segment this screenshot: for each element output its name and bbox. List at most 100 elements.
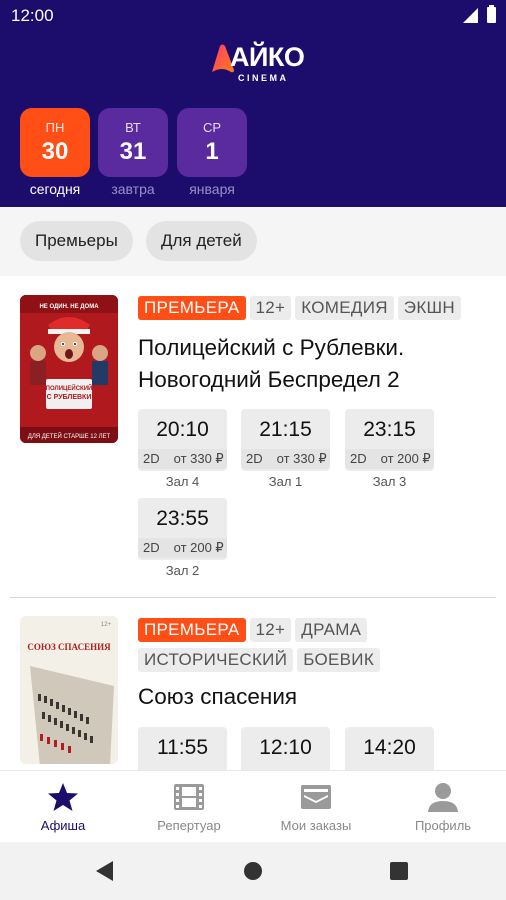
session-time: 12:10 [259,736,312,759]
logo-wordmark: АЙКО [230,42,305,72]
session-slot[interactable]: 11:55 [138,727,227,770]
age-badge: 12+ [249,618,292,642]
day-number: 31 [119,138,147,165]
day-abbr: ПН [45,120,65,135]
svg-text:ДЛЯ ДЕТЕЙ СТАРШЕ 12 ЛЕТ: ДЛЯ ДЕТЕЙ СТАРШЕ 12 ЛЕТ [28,432,111,440]
movie-tags: ПРЕМЬЕРА 12+ ДРАМАИСТОРИЧЕСКИЙ БОЕВИК [138,618,388,678]
day-box: ПН 30 [20,108,90,177]
day-caption: сегодня [29,181,81,197]
session-price: от 330 ₽ [173,451,224,466]
movie-tags: ПРЕМЬЕРА 12+ КОМЕДИЯ ЭКШН [138,296,465,326]
battery-icon [487,5,496,23]
age-badge: 12+ [249,296,292,320]
session-card: 23:55 2D от 200 ₽ [138,498,227,560]
nav-label: Профиль [414,818,472,833]
genre-badge: КОМЕДИЯ [295,296,394,320]
premiere-badge: ПРЕМЬЕРА [138,296,246,320]
day-abbr: СР [202,120,222,135]
movie-title[interactable]: Полицейский с Рублевки. Новогодний Беспр… [138,332,488,396]
session-time: 21:15 [259,418,312,441]
nav-label: Афиша [40,818,86,833]
session-format: 2D [246,451,263,466]
session-slot[interactable]: 12:10 [241,727,330,770]
filter-bar: Премьеры Для детей [0,207,506,276]
logo-subtitle: CINEMA [238,73,289,83]
session-time: 20:10 [156,418,209,441]
status-bar: 12:00 [0,0,506,32]
day-tab-tuesday[interactable]: ВТ 31 завтра [98,108,168,197]
day-tab-monday[interactable]: ПН 30 сегодня [20,108,90,197]
movie-poster[interactable]: 12+ СОЮЗ СПАСЕНИЯ [20,616,118,764]
filter-chip-kids[interactable]: Для детей [146,221,257,261]
session-hall: Зал 3 [372,474,407,489]
recent-apps-icon[interactable] [390,862,408,880]
poster-art-icon: 12+ СОЮЗ СПАСЕНИЯ [20,616,118,764]
filter-chip-premieres[interactable]: Премьеры [20,221,133,261]
movie-poster[interactable]: НЕ ОДИН. НЕ ДОМА ПОЛИЦЕЙСКИЙ С РУБЛЕВКИ … [20,295,118,443]
session-format: 2D [143,451,160,466]
genre-badge: БОЕВИК [297,648,381,672]
movie-title[interactable]: Союз спасения [138,681,488,713]
session-price: от 330 ₽ [276,451,327,466]
session-price: от 200 ₽ [173,540,224,555]
session-slot[interactable]: 23:15 2D от 200 ₽ Зал 3 [345,409,434,489]
day-number: 30 [41,138,69,165]
poster-art-icon: НЕ ОДИН. НЕ ДОМА ПОЛИЦЕЙСКИЙ С РУБЛЕВКИ … [20,295,118,443]
brand-logo: АЙКО CINEMA [208,40,308,86]
day-box: СР 1 [177,108,247,177]
ticket-icon [301,785,331,809]
genre-badge: ДРАМА [295,618,368,642]
signal-icon [463,8,478,23]
session-card: 23:15 2D от 200 ₽ [345,409,434,471]
session-meta: 2D от 330 ₽ [241,449,330,469]
status-time: 12:00 [11,6,54,25]
day-number: 1 [205,138,219,165]
session-hall: Зал 2 [165,563,200,578]
session-slot[interactable]: 23:55 2D от 200 ₽ Зал 2 [138,498,227,578]
svg-text:СОЮЗ СПАСЕНИЯ: СОЮЗ СПАСЕНИЯ [27,642,111,652]
session-slot[interactable]: 21:15 2D от 330 ₽ Зал 1 [241,409,330,489]
profile-icon [428,783,458,812]
svg-text:НЕ ОДИН. НЕ ДОМА: НЕ ОДИН. НЕ ДОМА [39,304,99,310]
svg-text:12+: 12+ [101,622,112,628]
movie-card: 12+ СОЮЗ СПАСЕНИЯ ПРЕМЬЕРА 12+ ДРАМАИСТОРИ… [0,598,506,770]
session-hall: Зал 4 [165,474,200,489]
genre-badge: ЭКШН [397,296,461,320]
day-caption: завтра [111,181,155,197]
day-abbr: ВТ [125,120,141,135]
day-box: ВТ 31 [98,108,168,177]
session-card: 12:10 [241,727,330,770]
day-caption: января [189,181,235,197]
nav-item-repertoire[interactable]: Репертуар [126,771,252,843]
back-icon[interactable] [96,861,113,881]
nav-item-orders[interactable]: Мои заказы [253,771,379,843]
session-format: 2D [143,540,160,555]
film-icon [174,784,204,810]
session-time: 11:55 [157,736,208,759]
app-header: 12:00 АЙКО CINEMA ПН 30 сегодня ВТ 31 за… [0,0,506,207]
day-tab-wednesday[interactable]: СР 1 января [177,108,247,197]
session-time: 23:55 [156,507,209,530]
session-card: 20:10 2D от 330 ₽ [138,409,227,471]
home-icon[interactable] [244,862,262,880]
session-slot[interactable]: 14:20 [345,727,434,770]
session-format: 2D [350,451,367,466]
session-meta: 2D от 200 ₽ [138,538,227,558]
session-price: от 200 ₽ [380,451,431,466]
genre-badge: ИСТОРИЧЕСКИЙ [138,648,294,672]
bottom-navigation: Афиша Репертуар Мои заказы Профиль [0,770,506,842]
session-meta: 2D от 200 ₽ [345,449,434,469]
nav-label: Репертуар [157,818,221,833]
session-slot[interactable]: 20:10 2D от 330 ₽ Зал 4 [138,409,227,489]
session-card: 21:15 2D от 330 ₽ [241,409,330,471]
nav-item-profile[interactable]: Профиль [380,771,506,843]
nav-item-afisha[interactable]: Афиша [0,771,126,843]
svg-text:С РУБЛЕВКИ: С РУБЛЕВКИ [47,394,92,401]
session-card: 14:20 [345,727,434,770]
svg-text:ПОЛИЦЕЙСКИЙ: ПОЛИЦЕЙСКИЙ [46,384,93,392]
session-meta: 2D от 330 ₽ [138,449,227,469]
session-hall: Зал 1 [268,474,303,489]
session-card: 11:55 [138,727,227,770]
session-time: 23:15 [363,418,416,441]
nav-label: Мои заказы [280,818,352,833]
